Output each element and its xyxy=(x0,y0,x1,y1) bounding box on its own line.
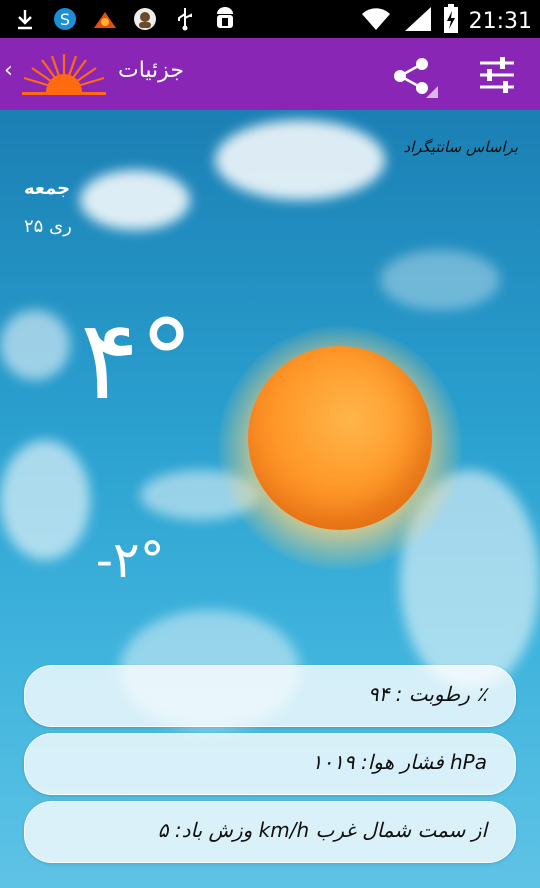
sun-icon xyxy=(248,346,432,530)
avatar-icon xyxy=(132,6,158,32)
app-logo-icon[interactable] xyxy=(18,50,110,102)
humidity-card: رطوبت : ۹۴ ٪ xyxy=(24,665,516,727)
pressure-card: فشار هوا: ۱۰۱۹ hPa xyxy=(24,733,516,795)
usb-icon xyxy=(172,6,198,32)
cloud xyxy=(0,310,70,380)
clock: 21:31 xyxy=(468,8,532,34)
android-debug-icon xyxy=(212,6,238,32)
temperature-high: ۴° xyxy=(80,296,195,424)
temperature-low: -۲° xyxy=(96,531,165,589)
wind-card: وزش باد: ۵ km/h از سمت شمال غرب xyxy=(24,801,516,863)
cloud xyxy=(80,170,190,230)
skype-icon: S xyxy=(52,6,78,32)
wifi-icon xyxy=(359,6,393,36)
status-bar: S 21:31 xyxy=(0,0,540,38)
wind-text: وزش باد: ۵ km/h از سمت شمال غرب xyxy=(157,818,487,842)
app-icon xyxy=(92,6,118,32)
svg-text:S: S xyxy=(60,10,70,29)
day-label: جمعه xyxy=(24,178,71,199)
share-icon[interactable] xyxy=(392,56,438,104)
date-label: ۲۵ ری xyxy=(24,216,72,237)
battery-charging-icon xyxy=(443,4,459,38)
weather-background: براساس سانتیگراد جمعه ۲۵ ری ۴° -۲° رطوبت… xyxy=(0,110,540,888)
sliders-icon[interactable] xyxy=(478,56,516,98)
humidity-text: رطوبت : ۹۴ ٪ xyxy=(367,682,487,706)
pressure-text: فشار هوا: ۱۰۱۹ hPa xyxy=(311,750,487,774)
cloud xyxy=(215,120,385,200)
action-bar: ‹ جزئيات xyxy=(0,38,540,110)
download-icon xyxy=(12,6,38,32)
cloud xyxy=(0,440,90,560)
signal-icon xyxy=(403,5,433,37)
cloud xyxy=(380,250,500,310)
page-title: جزئيات xyxy=(118,58,184,83)
unit-source-label: براساس سانتیگراد xyxy=(403,138,518,156)
back-button[interactable]: ‹ xyxy=(4,58,13,83)
